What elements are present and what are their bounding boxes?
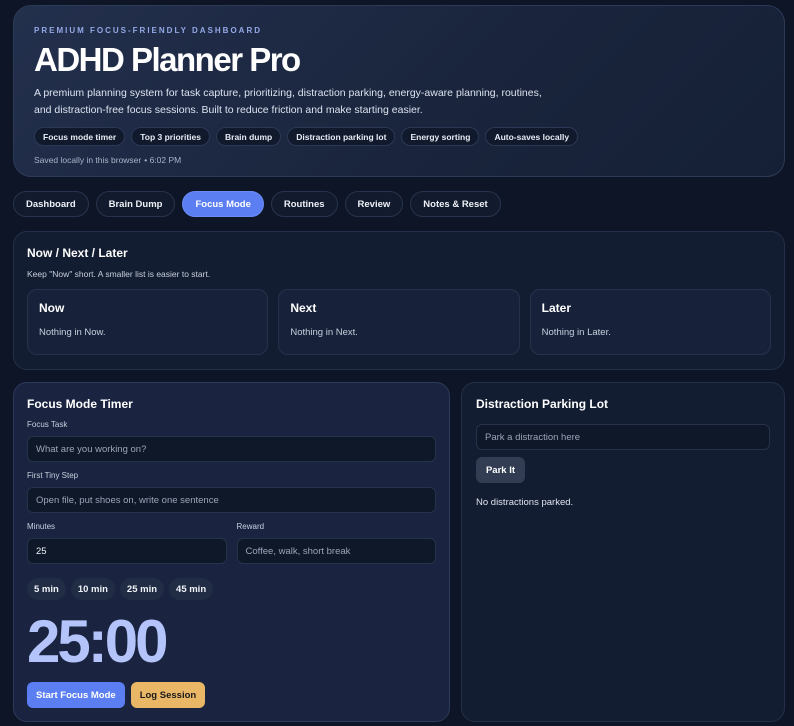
tab-routines[interactable]: Routines — [270, 191, 338, 217]
next-column: Next Nothing in Next. — [278, 289, 520, 355]
tab-notes-reset[interactable]: Notes & Reset — [410, 191, 501, 217]
feature-chip: Distraction parking lot — [287, 127, 396, 146]
hero-eyebrow: PREMIUM FOCUS-FRIENDLY DASHBOARD — [34, 26, 263, 35]
log-session-button[interactable]: Log Session — [130, 682, 206, 708]
now-next-later-panel: Now / Next / Later Keep "Now" short. A s… — [13, 231, 785, 370]
hero-description: A premium planning system for task captu… — [34, 87, 542, 116]
distraction-parking-panel: Distraction Parking Lot Park a distracti… — [461, 382, 785, 722]
save-status: Saved locally in this browser • 6:02 PM — [34, 155, 764, 165]
park-it-button[interactable]: Park It — [476, 457, 525, 483]
feature-chips: Focus mode timer Top 3 priorities Brain … — [34, 127, 764, 146]
minutes-label: Minutes — [27, 522, 56, 531]
preset-5-min-button[interactable]: 5 min — [27, 578, 66, 600]
hero-banner: PREMIUM FOCUS-FRIENDLY DASHBOARD ADHD Pl… — [13, 5, 785, 177]
preset-25-min-button[interactable]: 25 min — [119, 578, 165, 600]
tab-dashboard[interactable]: Dashboard — [13, 191, 89, 217]
feature-chip: Top 3 priorities — [131, 127, 210, 146]
tab-brain-dump[interactable]: Brain Dump — [95, 191, 176, 217]
panel-subtitle: Keep "Now" short. A smaller list is easi… — [27, 269, 211, 279]
start-focus-button[interactable]: Start Focus Mode — [27, 682, 125, 708]
column-empty-text: Nothing in Next. — [290, 327, 358, 338]
preset-45-min-button[interactable]: 45 min — [169, 578, 214, 600]
reward-input[interactable]: Coffee, walk, short break — [236, 538, 436, 564]
later-column: Later Nothing in Later. — [529, 289, 771, 355]
tab-review[interactable]: Review — [344, 191, 404, 217]
column-title: Later — [541, 301, 571, 315]
preset-10-min-button[interactable]: 10 min — [70, 578, 115, 600]
panel-title: Focus Mode Timer — [27, 397, 133, 411]
timer-display: 25:00 — [27, 608, 168, 675]
column-empty-text: Nothing in Now. — [39, 327, 106, 338]
distraction-input[interactable]: Park a distraction here — [476, 424, 770, 450]
app-title: ADHD Planner Pro — [34, 41, 301, 78]
first-step-label: First Tiny Step — [27, 471, 79, 480]
main-tabs: Dashboard Brain Dump Focus Mode Routines… — [13, 191, 501, 217]
first-step-input[interactable]: Open file, put shoes on, write one sente… — [27, 487, 436, 513]
panel-title: Now / Next / Later — [27, 246, 128, 260]
focus-task-input[interactable]: What are you working on? — [27, 436, 436, 462]
save-status-text: Saved locally in this browser — [34, 155, 142, 165]
minutes-input[interactable]: 25 — [27, 538, 227, 564]
column-title: Next — [290, 301, 317, 315]
parking-empty-text: No distractions parked. — [476, 497, 574, 508]
focus-timer-panel: Focus Mode Timer Focus Task What are you… — [13, 382, 450, 722]
panel-title: Distraction Parking Lot — [476, 397, 609, 411]
timer-presets: 5 min 10 min 25 min 45 min — [27, 578, 436, 600]
feature-chip: Energy sorting — [401, 127, 480, 146]
tab-focus-mode[interactable]: Focus Mode — [182, 191, 264, 217]
feature-chip: Focus mode timer — [34, 127, 126, 146]
focus-task-label: Focus Task — [27, 420, 68, 429]
column-title: Now — [39, 301, 65, 315]
column-empty-text: Nothing in Later. — [541, 327, 611, 338]
reward-label: Reward — [236, 522, 265, 531]
feature-chip: Auto-saves locally — [485, 127, 579, 146]
save-status-time: • 6:02 PM — [144, 155, 182, 165]
now-column: Now Nothing in Now. — [27, 289, 269, 355]
feature-chip: Brain dump — [216, 127, 282, 146]
